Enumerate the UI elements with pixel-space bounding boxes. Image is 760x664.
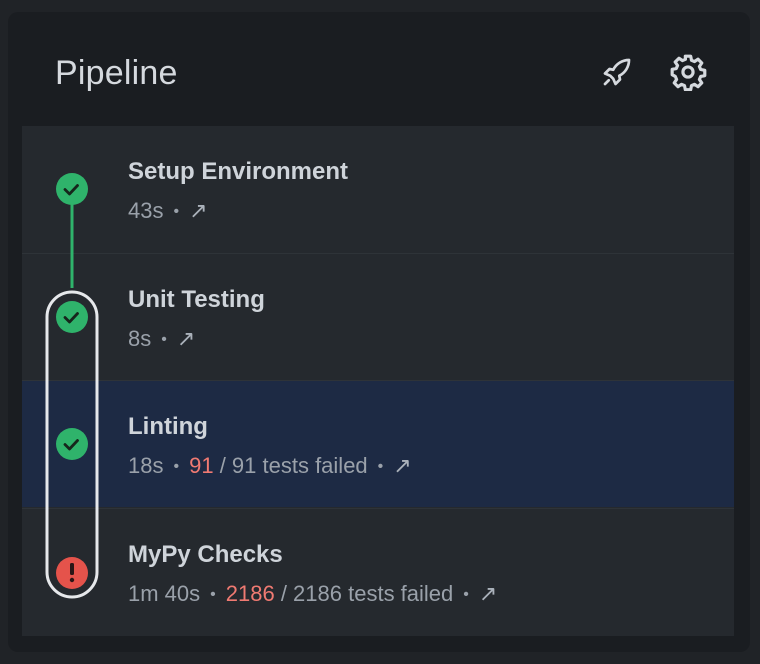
open-step-link-icon[interactable]: ↗ [189, 198, 207, 223]
step-name: Setup Environment [128, 158, 349, 185]
step-meta: 1m 40s • 2186 / 2186 tests failed • ↗ [128, 581, 497, 607]
separator: • [173, 203, 180, 220]
separator: • [377, 458, 384, 475]
pipeline-card: Pipeline Setup Environment 43s • ↗ Unit Te… [8, 12, 750, 652]
open-step-link-icon[interactable]: ↗ [393, 453, 411, 478]
failed-count: 2186 [225, 581, 275, 606]
pipeline-header: Pipeline [8, 12, 750, 126]
open-step-link-icon[interactable]: ↗ [479, 581, 497, 606]
step-duration: 18s [128, 453, 164, 478]
step-duration: 1m 40s [128, 581, 201, 606]
step-row-unit-testing[interactable]: Unit Testing 8s • ↗ [22, 253, 734, 380]
tests-total: / 91 tests failed [213, 453, 368, 478]
step-duration: 8s [128, 326, 152, 351]
step-row-linting[interactable]: Linting 18s • 91 / 91 tests failed • ↗ [22, 380, 734, 507]
step-meta: 18s • 91 / 91 tests failed • ↗ [128, 453, 412, 479]
failed-count: 91 [189, 453, 214, 478]
step-name: Unit Testing [128, 286, 265, 313]
separator: • [463, 586, 469, 603]
separator: • [173, 458, 180, 475]
gear-icon[interactable] [668, 52, 708, 92]
pipeline-steps-list: Setup Environment 43s • ↗ Unit Testing 8s •… [22, 126, 734, 636]
step-row-mypy-checks[interactable]: MyPy Checks 1m 40s • 2186 / 2186 tests fai… [22, 508, 734, 635]
step-duration: 43s [128, 198, 164, 223]
rocket-icon[interactable] [597, 52, 637, 92]
page-title: Pipeline [55, 54, 178, 92]
step-name: MyPy Checks [128, 541, 283, 568]
open-step-link-icon[interactable]: ↗ [177, 326, 195, 351]
separator: • [161, 331, 167, 348]
step-meta: 43s • ↗ [128, 198, 208, 224]
step-meta: 8s • ↗ [128, 326, 195, 352]
step-row-setup-environment[interactable]: Setup Environment 43s • ↗ [22, 126, 734, 253]
step-name: Linting [128, 413, 208, 440]
tests-total: / 2186 tests failed [274, 581, 454, 606]
separator: • [210, 586, 216, 603]
